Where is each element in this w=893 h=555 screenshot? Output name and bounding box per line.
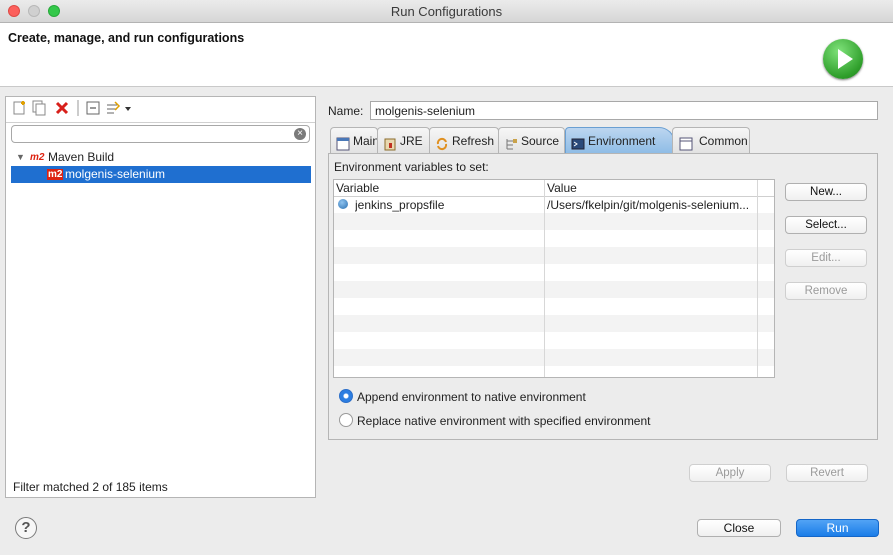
column-header-value[interactable]: Value [547, 181, 577, 195]
configuration-list-panel: × ▼ m2 Maven Build m2 molgenis-selenium … [5, 96, 316, 498]
new-config-icon[interactable] [11, 100, 27, 116]
tab-common[interactable]: Common [672, 127, 750, 153]
name-field[interactable]: molgenis-selenium [370, 101, 878, 120]
jre-icon [383, 134, 397, 151]
expand-triangle-icon[interactable]: ▼ [16, 149, 25, 166]
tab-jre[interactable]: JRE [377, 127, 430, 153]
tab-label: Refresh [452, 134, 495, 148]
delete-config-icon[interactable] [54, 100, 70, 116]
append-env-radio[interactable] [339, 389, 353, 403]
apply-button[interactable]: Apply [689, 464, 771, 482]
env-vars-table[interactable]: Variable Value jenkins_propsfile /Users/… [333, 179, 775, 378]
tree-item-maven-build[interactable]: ▼ m2 Maven Build [6, 149, 315, 166]
variable-icon [338, 199, 348, 209]
column-header-variable[interactable]: Variable [336, 181, 379, 195]
filter-input[interactable]: × [11, 125, 310, 143]
tab-main[interactable]: Main [330, 127, 380, 153]
tab-label: Main [353, 134, 380, 148]
tree-item-molgenis-selenium[interactable]: m2 molgenis-selenium [11, 166, 311, 183]
help-icon[interactable]: ? [15, 517, 37, 539]
env-vars-label: Environment variables to set: [334, 160, 489, 174]
tab-label: Source [521, 134, 560, 148]
new-button[interactable]: New... [785, 183, 867, 201]
source-icon [504, 134, 518, 150]
collapse-all-icon[interactable] [85, 100, 101, 116]
revert-button[interactable]: Revert [786, 464, 868, 482]
table-header: Variable Value [334, 180, 774, 197]
tree-item-label: molgenis-selenium [65, 167, 166, 181]
value-cell: /Users/fkelpin/git/molgenis-selenium... [547, 198, 750, 212]
title-bar: Run Configurations [0, 0, 893, 23]
dialog-header: Create, manage, and run configurations [0, 23, 893, 87]
close-button[interactable]: Close [697, 519, 781, 537]
table-row[interactable]: jenkins_propsfile /Users/fkelpin/git/mol… [334, 196, 774, 213]
maven-icon: m2 [30, 152, 45, 163]
refresh-icon [435, 134, 449, 151]
window-title: Run Configurations [390, 4, 503, 19]
environment-icon [571, 134, 585, 150]
replace-env-radio[interactable] [339, 413, 353, 427]
tab-environment[interactable]: Environment [565, 127, 675, 153]
dialog-title: Create, manage, and run configurations [8, 31, 245, 45]
run-banner-icon [823, 39, 863, 79]
tab-source[interactable]: Source [498, 127, 565, 153]
append-env-label: Append environment to native environment [357, 390, 586, 404]
edit-button[interactable]: Edit... [785, 249, 867, 267]
common-icon [679, 134, 693, 151]
tab-label: Environment [588, 134, 656, 148]
clear-filter-icon[interactable]: × [294, 128, 306, 140]
tree-item-label: Maven Build [48, 150, 115, 164]
run-button[interactable]: Run [796, 519, 879, 537]
name-label: Name: [328, 104, 364, 118]
tab-label: JRE [400, 134, 423, 148]
select-button[interactable]: Select... [785, 216, 867, 234]
replace-env-label: Replace native environment with specifie… [357, 414, 651, 428]
tab-label: Common [699, 134, 748, 148]
maven-config-icon: m2 [47, 169, 64, 180]
main-tab-icon [336, 134, 350, 151]
filter-menu-icon[interactable] [105, 100, 133, 116]
duplicate-config-icon[interactable] [31, 100, 47, 116]
name-field-value: molgenis-selenium [375, 104, 476, 118]
filter-status: Filter matched 2 of 185 items [13, 480, 168, 494]
tab-refresh[interactable]: Refresh [429, 127, 499, 153]
remove-button[interactable]: Remove [785, 282, 867, 300]
variable-cell: jenkins_propsfile [355, 198, 445, 212]
